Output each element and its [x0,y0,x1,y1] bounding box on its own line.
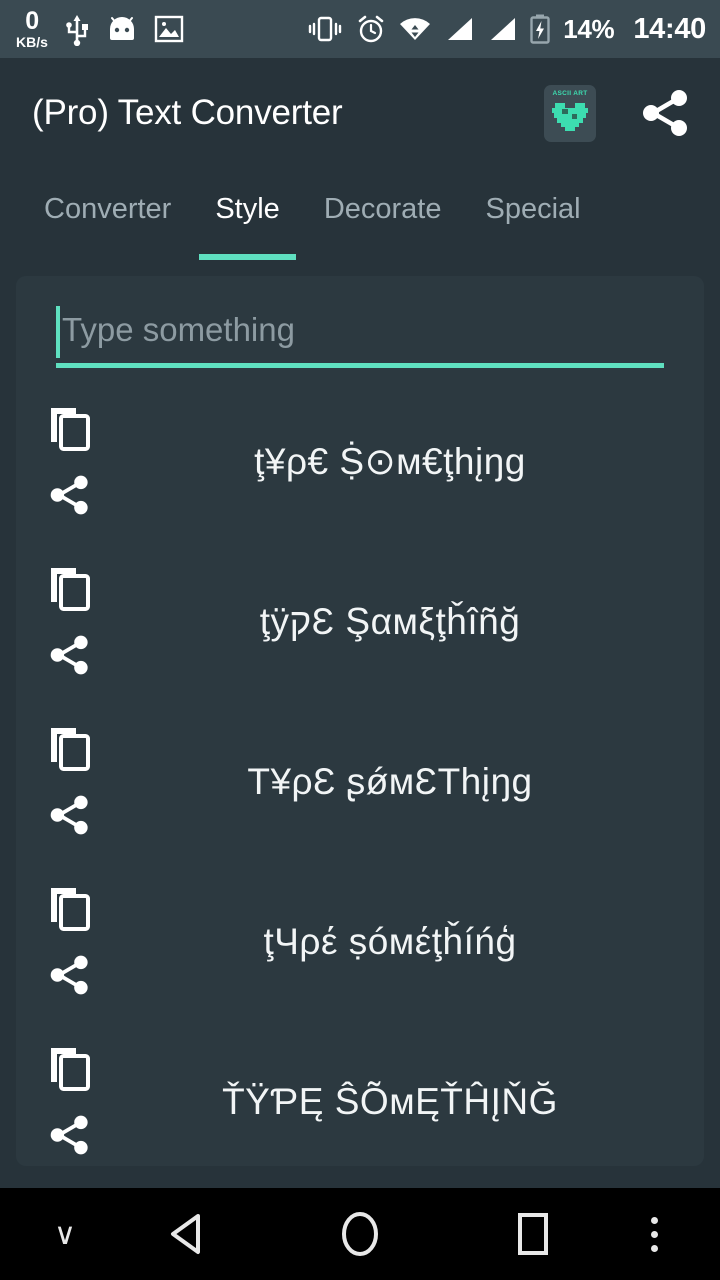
ascii-art-heart-icon[interactable]: ASCII ART [544,84,596,142]
copy-icon[interactable] [42,401,98,457]
status-bar-left: 0 KB/s [16,9,184,49]
tab-decorate-label: Decorate [323,192,442,225]
nav-home-button[interactable] [273,1188,446,1280]
usb-icon [66,15,88,46]
android-head-icon [109,17,134,40]
row-actions [16,702,124,862]
tab-decorate[interactable]: Decorate [302,168,464,260]
nav-back-button[interactable] [100,1188,273,1280]
app-bar-actions: ASCII ART [544,84,692,142]
tab-style[interactable]: Style [193,168,301,260]
signal-sim2-icon [491,18,516,40]
share-icon[interactable] [42,1107,98,1163]
share-icon[interactable] [42,947,98,1003]
row-actions [16,382,124,542]
style-results-list: ţ¥ρ€ Ṩ⊙м€ţhįŋg ţÿקƐ Şαмξţȟîñğ T¥ρƐ ʂǿмƐT… [16,382,704,1166]
input-underline [56,363,664,368]
results-card: ţ¥ρ€ Ṩ⊙м€ţhįŋg [16,276,704,1166]
navigation-bar: ∨ [0,1188,720,1280]
search-input[interactable] [56,302,664,364]
share-icon[interactable] [42,627,98,683]
tab-special[interactable]: Special [463,168,602,260]
table-row: ţ¥ρ€ Ṩ⊙м€ţhįŋg [16,382,704,542]
image-icon [154,15,184,43]
table-row: T¥ρƐ ʂǿмƐThįŋg [16,702,704,862]
ascii-art-icon-label: ASCII ART [552,89,588,97]
page-title: (Pro) Text Converter [32,93,343,132]
nav-recents-button[interactable] [447,1188,620,1280]
row-actions [16,542,124,702]
signal-sim1-icon [448,18,473,40]
status-bar: 0 KB/s 14% 14:40 [0,0,720,58]
home-circle-icon [341,1212,378,1256]
copy-icon[interactable] [42,881,98,937]
styled-text-output[interactable]: ţÿקƐ Şαмξţȟîñğ [124,542,704,702]
status-bar-right: 14% 14:40 [307,13,706,46]
collapse-keyboard-button[interactable]: ∨ [30,1188,100,1280]
app-bar: (Pro) Text Converter ASCII ART [0,58,720,168]
table-row: ŤŸƤĘ ŜÕмĘŤĤĮŇĞ [16,1022,704,1166]
styled-text-output[interactable]: T¥ρƐ ʂǿмƐThįŋg [124,702,704,862]
status-bar-clock: 14:40 [633,12,706,45]
network-speed-indicator: 0 KB/s [16,7,48,50]
copy-icon[interactable] [42,561,98,617]
share-icon[interactable] [42,467,98,523]
back-triangle-icon [170,1214,200,1254]
vibrate-icon [308,16,342,42]
tab-converter-label: Converter [44,192,172,225]
recents-square-icon [518,1213,549,1255]
row-actions [16,1022,124,1166]
network-speed-value: 0 [25,7,39,35]
table-row: ţÿקƐ Şαмξţȟîñğ [16,542,704,702]
tab-special-label: Special [485,192,581,225]
chevron-down-icon: ∨ [54,1217,76,1251]
copy-icon[interactable] [42,721,98,777]
tab-bar: Converter Style Decorate Special [0,168,720,260]
share-icon[interactable] [42,787,98,843]
wifi-icon [400,18,431,40]
content-area: ţ¥ρ€ Ṩ⊙м€ţhįŋg [0,260,720,1188]
app-screen: 0 KB/s 14% 14:40 (Pro) Text Converter AS… [0,0,720,1280]
battery-percent-label: 14% [563,13,615,44]
row-actions [16,862,124,1022]
network-speed-unit: KB/s [16,34,48,50]
share-icon[interactable] [640,88,692,138]
overflow-menu-icon [651,1216,659,1252]
tab-converter[interactable]: Converter [22,168,193,260]
overflow-menu-button[interactable] [620,1188,690,1280]
alarm-icon [358,15,384,43]
styled-text-output[interactable]: ţЧρέ ṣóмέţȟíńģ [124,862,704,1022]
styled-text-output[interactable]: ŤŸƤĘ ŜÕмĘŤĤĮŇĞ [124,1022,704,1166]
pixel-heart-glyph [552,102,588,131]
tab-style-label: Style [215,192,280,225]
battery-charging-icon [530,14,550,44]
text-input-container [56,302,664,374]
styled-text-output[interactable]: ţ¥ρ€ Ṩ⊙м€ţhįŋg [124,382,704,542]
copy-icon[interactable] [42,1041,98,1097]
table-row: ţЧρέ ṣóмέţȟíńģ [16,862,704,1022]
text-cursor [56,306,60,358]
